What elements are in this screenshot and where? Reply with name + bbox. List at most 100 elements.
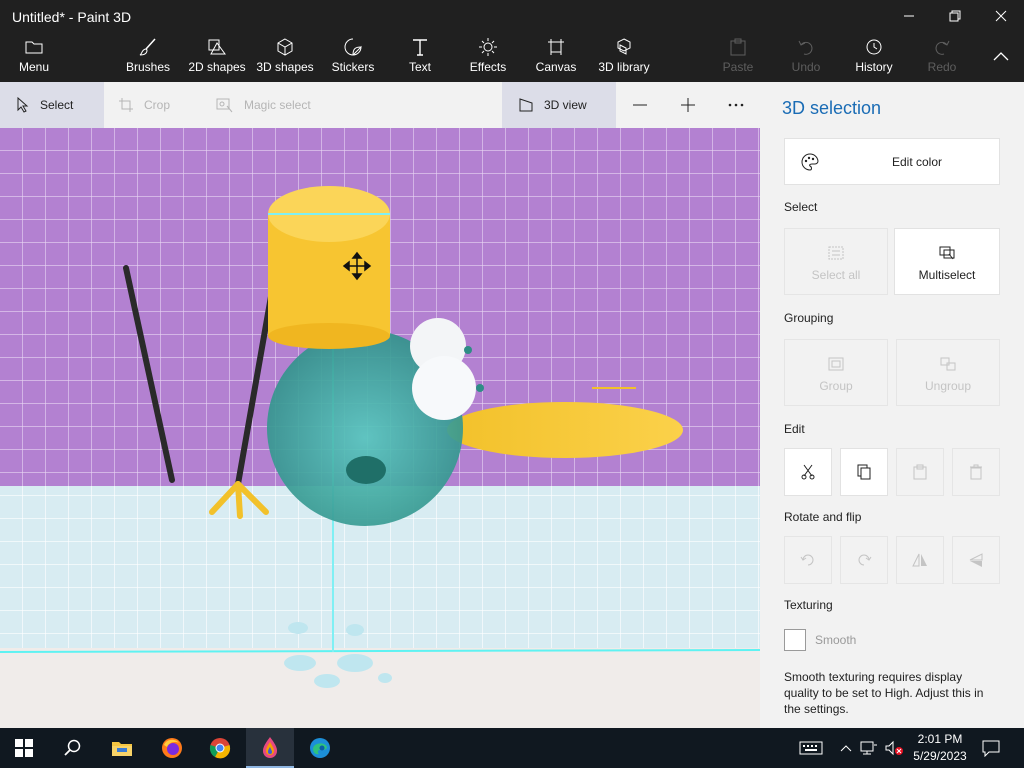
select-tool[interactable]: Select	[0, 82, 104, 128]
select-label: Select	[40, 98, 74, 112]
sun-icon	[479, 38, 497, 56]
edit-color-button[interactable]: Edit color	[784, 138, 1000, 185]
folder-icon	[25, 41, 43, 54]
texturing-heading: Texturing	[784, 598, 833, 612]
cut-icon	[801, 464, 815, 480]
close-button[interactable]	[978, 0, 1024, 32]
edge-button[interactable]	[296, 728, 344, 768]
flip-vertical-button[interactable]	[952, 536, 1000, 584]
3d-view-toggle[interactable]: 3D view	[502, 82, 616, 128]
rotate-left-button[interactable]	[784, 536, 832, 584]
input-indicator-button[interactable]	[794, 728, 828, 768]
collapse-ribbon-button[interactable]	[978, 40, 1024, 72]
ribbon-3d-library[interactable]: 3D library	[592, 36, 656, 80]
clock[interactable]: 2:01 PM 5/29/2023	[910, 731, 970, 765]
keyboard-icon	[799, 741, 823, 755]
flip-vertical-icon	[969, 553, 983, 567]
yellow-tail-shape[interactable]	[447, 402, 683, 458]
show-hidden-icons-button[interactable]	[836, 728, 856, 768]
ribbon-label: Undo	[791, 60, 821, 74]
multiselect-button[interactable]: Multiselect	[894, 228, 1000, 295]
search-icon	[64, 739, 81, 756]
ellipsis-icon	[728, 103, 744, 107]
chrome-button[interactable]	[196, 728, 244, 768]
copy-icon	[857, 464, 871, 480]
rotate-right-button[interactable]	[840, 536, 888, 584]
ungroup-label: Ungroup	[924, 378, 972, 393]
ribbon-stickers[interactable]: Stickers	[326, 36, 380, 80]
close-icon	[995, 10, 1007, 22]
delete-button[interactable]	[952, 448, 1000, 496]
clock-date: 5/29/2023	[913, 749, 967, 763]
sticker-icon	[344, 38, 362, 56]
paste-button[interactable]	[896, 448, 944, 496]
taskbar: 2:01 PM 5/29/2023	[0, 728, 1024, 768]
crop-tool[interactable]: Crop	[118, 82, 198, 128]
search-button[interactable]	[48, 728, 96, 768]
notification-icon	[982, 740, 1000, 757]
menu-button[interactable]: Menu	[10, 36, 58, 80]
brush-icon	[139, 38, 156, 56]
white-sphere[interactable]	[412, 356, 476, 420]
start-icon	[15, 739, 33, 757]
ribbon-brushes[interactable]: Brushes	[118, 36, 178, 80]
smooth-label: Smooth	[815, 633, 857, 647]
ribbon-redo[interactable]: Redo	[922, 36, 962, 80]
yellow-cylinder-selected[interactable]	[268, 186, 390, 349]
ribbon-label: Effects	[469, 60, 507, 74]
group-button[interactable]: Group	[784, 339, 888, 406]
group-icon	[828, 357, 844, 370]
eye-dot	[464, 346, 472, 354]
select-heading: Select	[784, 200, 818, 214]
ribbon-canvas[interactable]: Canvas	[532, 36, 580, 80]
minimize-button[interactable]	[886, 0, 932, 32]
ribbon-label: Text	[408, 60, 431, 74]
restore-icon	[949, 10, 961, 22]
ribbon-2d-shapes[interactable]: 2D shapes	[186, 36, 248, 80]
palette-icon	[801, 153, 819, 174]
ribbon-label: 3D shapes	[256, 60, 314, 74]
ribbon-3d-shapes[interactable]: 3D shapes	[254, 36, 316, 80]
restore-button[interactable]	[932, 0, 978, 32]
paint3d-button[interactable]	[246, 728, 294, 768]
volume-button[interactable]	[882, 728, 906, 768]
menu-label: Menu	[18, 60, 50, 74]
rotate-left-icon	[800, 554, 814, 566]
ribbon-label: Canvas	[535, 60, 577, 74]
magic-select-icon	[216, 98, 233, 113]
zoom-in-button[interactable]	[676, 82, 700, 128]
ribbon-undo[interactable]: Undo	[786, 36, 826, 80]
chevron-up-icon	[993, 52, 1009, 61]
smooth-checkbox[interactable]	[784, 629, 806, 651]
magic-select-tool[interactable]: Magic select	[216, 82, 336, 128]
copy-button[interactable]	[840, 448, 888, 496]
firefox-button[interactable]	[148, 728, 196, 768]
select-all-button[interactable]: Select all	[784, 228, 888, 295]
delete-icon	[970, 464, 982, 480]
ribbon-label: Redo	[927, 60, 957, 74]
flip-horizontal-button[interactable]	[896, 536, 944, 584]
3d-scene[interactable]	[0, 128, 760, 728]
ribbon-effects[interactable]: Effects	[464, 36, 512, 80]
ungroup-button[interactable]: Ungroup	[896, 339, 1000, 406]
3d-canvas[interactable]	[0, 128, 760, 728]
cursor-icon	[17, 97, 29, 113]
undo-icon	[798, 40, 813, 55]
ribbon-text[interactable]: Text	[398, 36, 442, 80]
network-button[interactable]	[858, 728, 880, 768]
start-button[interactable]	[0, 728, 48, 768]
edit-color-label: Edit color	[891, 154, 943, 169]
ribbon-paste[interactable]: Paste	[718, 36, 758, 80]
panel-title: 3D selection	[782, 98, 882, 118]
cut-button[interactable]	[784, 448, 832, 496]
zoom-out-button[interactable]	[628, 82, 652, 128]
3d-view-icon	[519, 98, 533, 112]
paste-icon	[730, 38, 746, 56]
notifications-button[interactable]	[976, 728, 1006, 768]
more-options-button[interactable]	[724, 82, 748, 128]
file-explorer-button[interactable]	[98, 728, 146, 768]
rotate-heading: Rotate and flip	[784, 510, 862, 524]
grouping-heading: Grouping	[784, 311, 834, 325]
network-icon	[860, 741, 877, 755]
ribbon-history[interactable]: History	[850, 36, 898, 80]
